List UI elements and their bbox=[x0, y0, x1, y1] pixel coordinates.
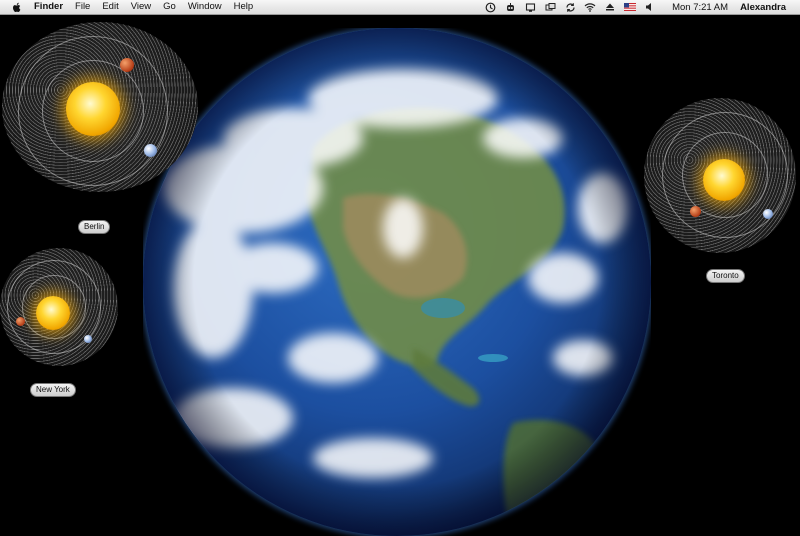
menu-app-finder[interactable]: Finder bbox=[28, 0, 69, 14]
mars-icon bbox=[16, 317, 25, 326]
menu-edit[interactable]: Edit bbox=[96, 0, 124, 14]
earth-globe-wallpaper bbox=[143, 28, 651, 536]
menu-help[interactable]: Help bbox=[228, 0, 260, 14]
earth-icon bbox=[763, 209, 773, 219]
us-flag-icon[interactable] bbox=[623, 1, 637, 13]
solar-widget-berlin[interactable]: Berlin bbox=[0, 22, 200, 234]
sun-icon bbox=[703, 159, 745, 201]
screen-icon[interactable] bbox=[523, 1, 537, 13]
earth-icon bbox=[84, 335, 92, 343]
menu-file[interactable]: File bbox=[69, 0, 96, 14]
menu-view[interactable]: View bbox=[125, 0, 157, 14]
sync-icon[interactable] bbox=[563, 1, 577, 13]
solar-widget-toronto[interactable]: Toronto bbox=[640, 98, 800, 288]
city-label-new-york[interactable]: New York bbox=[30, 383, 76, 397]
time-machine-icon[interactable] bbox=[483, 1, 497, 13]
earth-icon bbox=[144, 144, 157, 157]
user-name[interactable]: Alexandra bbox=[734, 2, 800, 13]
menu-bar-clock[interactable]: Mon 7:21 AM bbox=[666, 2, 734, 13]
sun-icon bbox=[36, 296, 70, 330]
sun-icon bbox=[66, 82, 120, 136]
menu-bar: Finder File Edit View Go Window Help Mon… bbox=[0, 0, 800, 15]
solar-widget-new-york[interactable]: New York bbox=[0, 248, 120, 398]
city-label-berlin[interactable]: Berlin bbox=[78, 220, 111, 234]
city-label-toronto[interactable]: Toronto bbox=[706, 269, 745, 283]
mars-icon bbox=[690, 206, 701, 217]
volume-icon[interactable] bbox=[643, 1, 657, 13]
window-icon[interactable] bbox=[543, 1, 557, 13]
mars-icon bbox=[120, 58, 134, 72]
apple-menu-icon[interactable] bbox=[6, 2, 28, 13]
robot-icon[interactable] bbox=[503, 1, 517, 13]
menu-window[interactable]: Window bbox=[182, 0, 228, 14]
wifi-icon[interactable] bbox=[583, 1, 597, 13]
eject-icon[interactable] bbox=[603, 1, 617, 13]
menu-go[interactable]: Go bbox=[157, 0, 182, 14]
